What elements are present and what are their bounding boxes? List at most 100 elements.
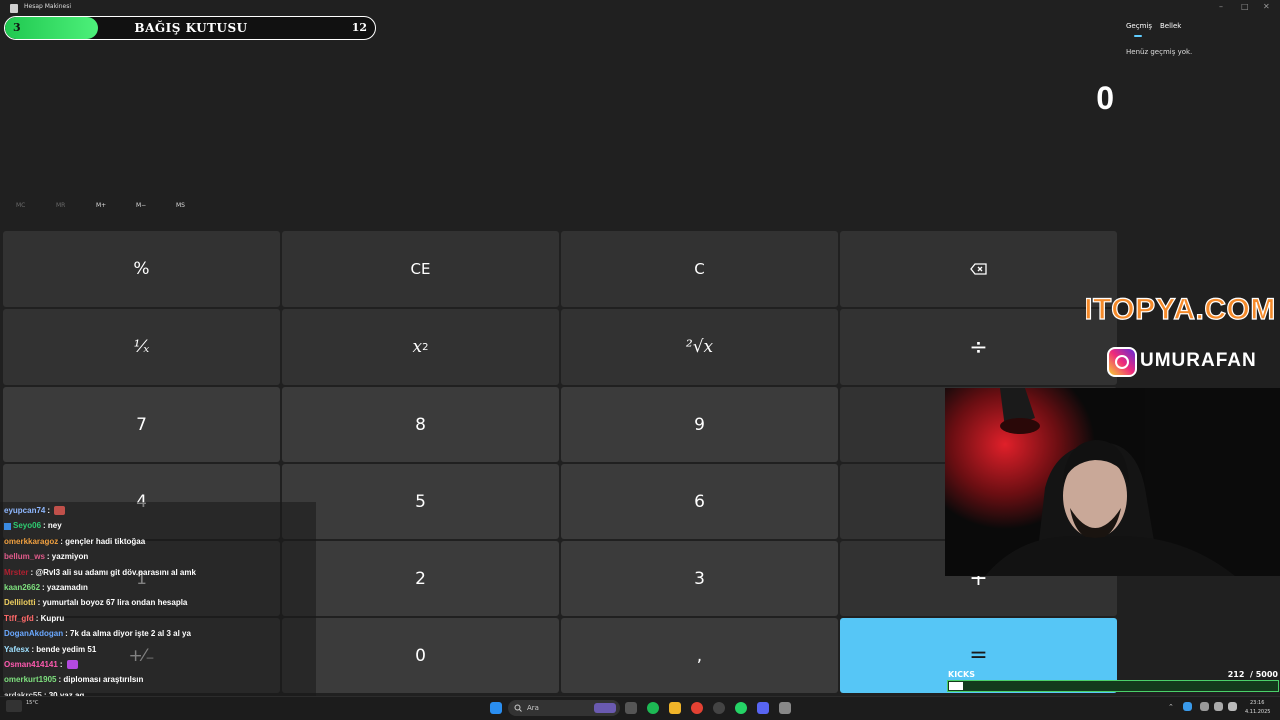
chat-text: @Rvl3 ali su adamı git döv.parasını al a…: [35, 567, 196, 577]
chat-username[interactable]: Dellilotti: [4, 598, 36, 607]
square-base: x: [412, 337, 423, 357]
chat-username[interactable]: kaan2662: [4, 583, 40, 592]
tray-app-icon[interactable]: [1183, 702, 1192, 711]
chat-separator: :: [47, 506, 53, 515]
instagram-icon: [1107, 347, 1137, 377]
chat-message: DoganAkdogan: 7k da alma diyor işte 2 al…: [4, 629, 191, 638]
chat-text: gençler hadi tiktoğaa: [65, 536, 146, 546]
tab-history[interactable]: Geçmiş: [1126, 22, 1152, 30]
close-button[interactable]: ✕: [1263, 2, 1270, 11]
chat-message: kaan2662: yazamadın: [4, 583, 88, 592]
calculator-taskbar-icon[interactable]: [779, 702, 791, 714]
chat-username[interactable]: DoganAkdogan: [4, 629, 63, 638]
spotify-icon[interactable]: [647, 702, 659, 714]
chat-username[interactable]: Osman414141: [4, 660, 58, 669]
chat-message: Mrster: @Rvl3 ali su adamı git döv.paras…: [4, 568, 196, 577]
chat-separator: :: [59, 660, 65, 669]
minimize-button[interactable]: –: [1219, 2, 1223, 11]
chat-text: yazmiyon: [51, 552, 89, 562]
reciprocal-label: ¹⁄ₓ: [133, 337, 150, 357]
start-icon[interactable]: [490, 702, 502, 714]
chat-username[interactable]: bellum_ws: [4, 552, 45, 561]
backspace-button[interactable]: [840, 231, 1117, 307]
chat-text: 7k da alma diyor işte 2 al 3 al ya: [70, 629, 191, 639]
task-view-icon[interactable]: [625, 702, 637, 714]
chat-text: ney: [47, 521, 62, 531]
maximize-button[interactable]: □: [1241, 2, 1249, 11]
square-button[interactable]: x2: [282, 309, 559, 385]
chat-username[interactable]: Yafesx: [4, 645, 29, 654]
chat-emote-icon: [54, 506, 66, 516]
digit-8-button[interactable]: 8: [282, 387, 559, 462]
chat-message: eyupcan74:: [4, 506, 66, 516]
file-explorer-icon[interactable]: [669, 702, 681, 714]
kicks-current: 212: [1227, 670, 1245, 679]
backspace-icon: [969, 263, 987, 275]
svg-text:ITOPYA.COM: ITOPYA.COM: [1086, 293, 1274, 326]
square-root-label: ²√x: [685, 337, 714, 357]
donation-goal: 12: [351, 21, 367, 34]
clock-time[interactable]: 23:16: [1250, 700, 1264, 706]
donation-box: 3 BAĞIŞ KUTUSU 12: [4, 16, 376, 40]
chat-username[interactable]: omerkurt1905: [4, 675, 56, 684]
active-tab-indicator: [1134, 35, 1142, 37]
chat-badge-icon: [4, 522, 11, 530]
tab-memory[interactable]: Bellek: [1160, 22, 1181, 30]
chat-username[interactable]: Mrster: [4, 568, 28, 577]
memory-store-button[interactable]: MS: [176, 202, 185, 209]
whatsapp-icon[interactable]: [735, 702, 747, 714]
divide-button[interactable]: ÷: [840, 309, 1117, 385]
chat-message: bellum_ws: yazmiyon: [4, 552, 88, 561]
memory-clear-button[interactable]: MC: [16, 202, 25, 209]
memory-recall-button[interactable]: MR: [56, 202, 65, 209]
itopya-logo: ITOPYA.COM: [1086, 292, 1274, 326]
chat-username[interactable]: Seyo06: [13, 521, 41, 530]
webcam-feed: [945, 388, 1280, 576]
clock-date[interactable]: 4.11.2025: [1245, 709, 1270, 715]
kicks-progress-bar: [947, 680, 1279, 692]
chat-message: omerkkaragoz: gençler hadi tiktoğaa: [4, 537, 145, 546]
chrome-icon[interactable]: [691, 702, 703, 714]
calculator-icon: [10, 4, 18, 13]
chat-text: Kupru: [40, 613, 65, 623]
digit-6-button[interactable]: 6: [561, 464, 838, 539]
volume-icon[interactable]: [1228, 702, 1237, 711]
chat-panel: [0, 502, 316, 720]
digit-3-button[interactable]: 3: [561, 541, 838, 616]
clear-button[interactable]: C: [561, 231, 838, 307]
search-highlight-icon: [594, 703, 616, 713]
digit-7-button[interactable]: 7: [3, 387, 280, 462]
chat-username[interactable]: Ttff_gfd: [4, 614, 34, 623]
kicks-label: KICKS: [948, 670, 976, 679]
reciprocal-button[interactable]: ¹⁄ₓ: [3, 309, 280, 385]
instagram-handle: UMURAFAN: [1140, 350, 1257, 371]
digit-9-button[interactable]: 9: [561, 387, 838, 462]
digit-2-button[interactable]: 2: [282, 541, 559, 616]
decimal-button[interactable]: ,: [561, 618, 838, 693]
percent-button[interactable]: %: [3, 231, 280, 307]
network-icon[interactable]: [1214, 702, 1223, 711]
result-display: 0: [1096, 80, 1114, 116]
chat-text: yazamadın: [46, 583, 88, 592]
memory-add-button[interactable]: M+: [96, 202, 106, 209]
square-root-button[interactable]: ²√x: [561, 309, 838, 385]
discord-icon[interactable]: [757, 702, 769, 714]
chat-text: diploması araştırılsın: [63, 675, 144, 685]
tray-usb-icon[interactable]: [1200, 702, 1209, 711]
chat-username[interactable]: eyupcan74: [4, 506, 45, 515]
chat-username[interactable]: omerkkaragoz: [4, 537, 58, 546]
donation-title: BAĞIŞ KUTUSU: [134, 21, 248, 35]
chat-message: Dellilotti: yumurtalı boyoz 67 lira onda…: [4, 598, 187, 607]
weather-icon: [6, 700, 22, 712]
search-icon: [514, 704, 522, 712]
obs-icon[interactable]: [713, 702, 725, 714]
digit-0-button[interactable]: 0: [282, 618, 559, 693]
memory-subtract-button[interactable]: M−: [136, 202, 146, 209]
tray-chevron-icon[interactable]: ⌃: [1168, 703, 1174, 711]
chat-message: omerkurt1905: diploması araştırılsın: [4, 675, 143, 684]
clear-entry-button[interactable]: CE: [282, 231, 559, 307]
kicks-count: 212 / 5000: [1200, 670, 1278, 679]
chat-message: Ttff_gfd: Kupru: [4, 614, 64, 623]
digit-5-button[interactable]: 5: [282, 464, 559, 539]
chat-message: Yafesx: bende yedim 51: [4, 645, 96, 654]
